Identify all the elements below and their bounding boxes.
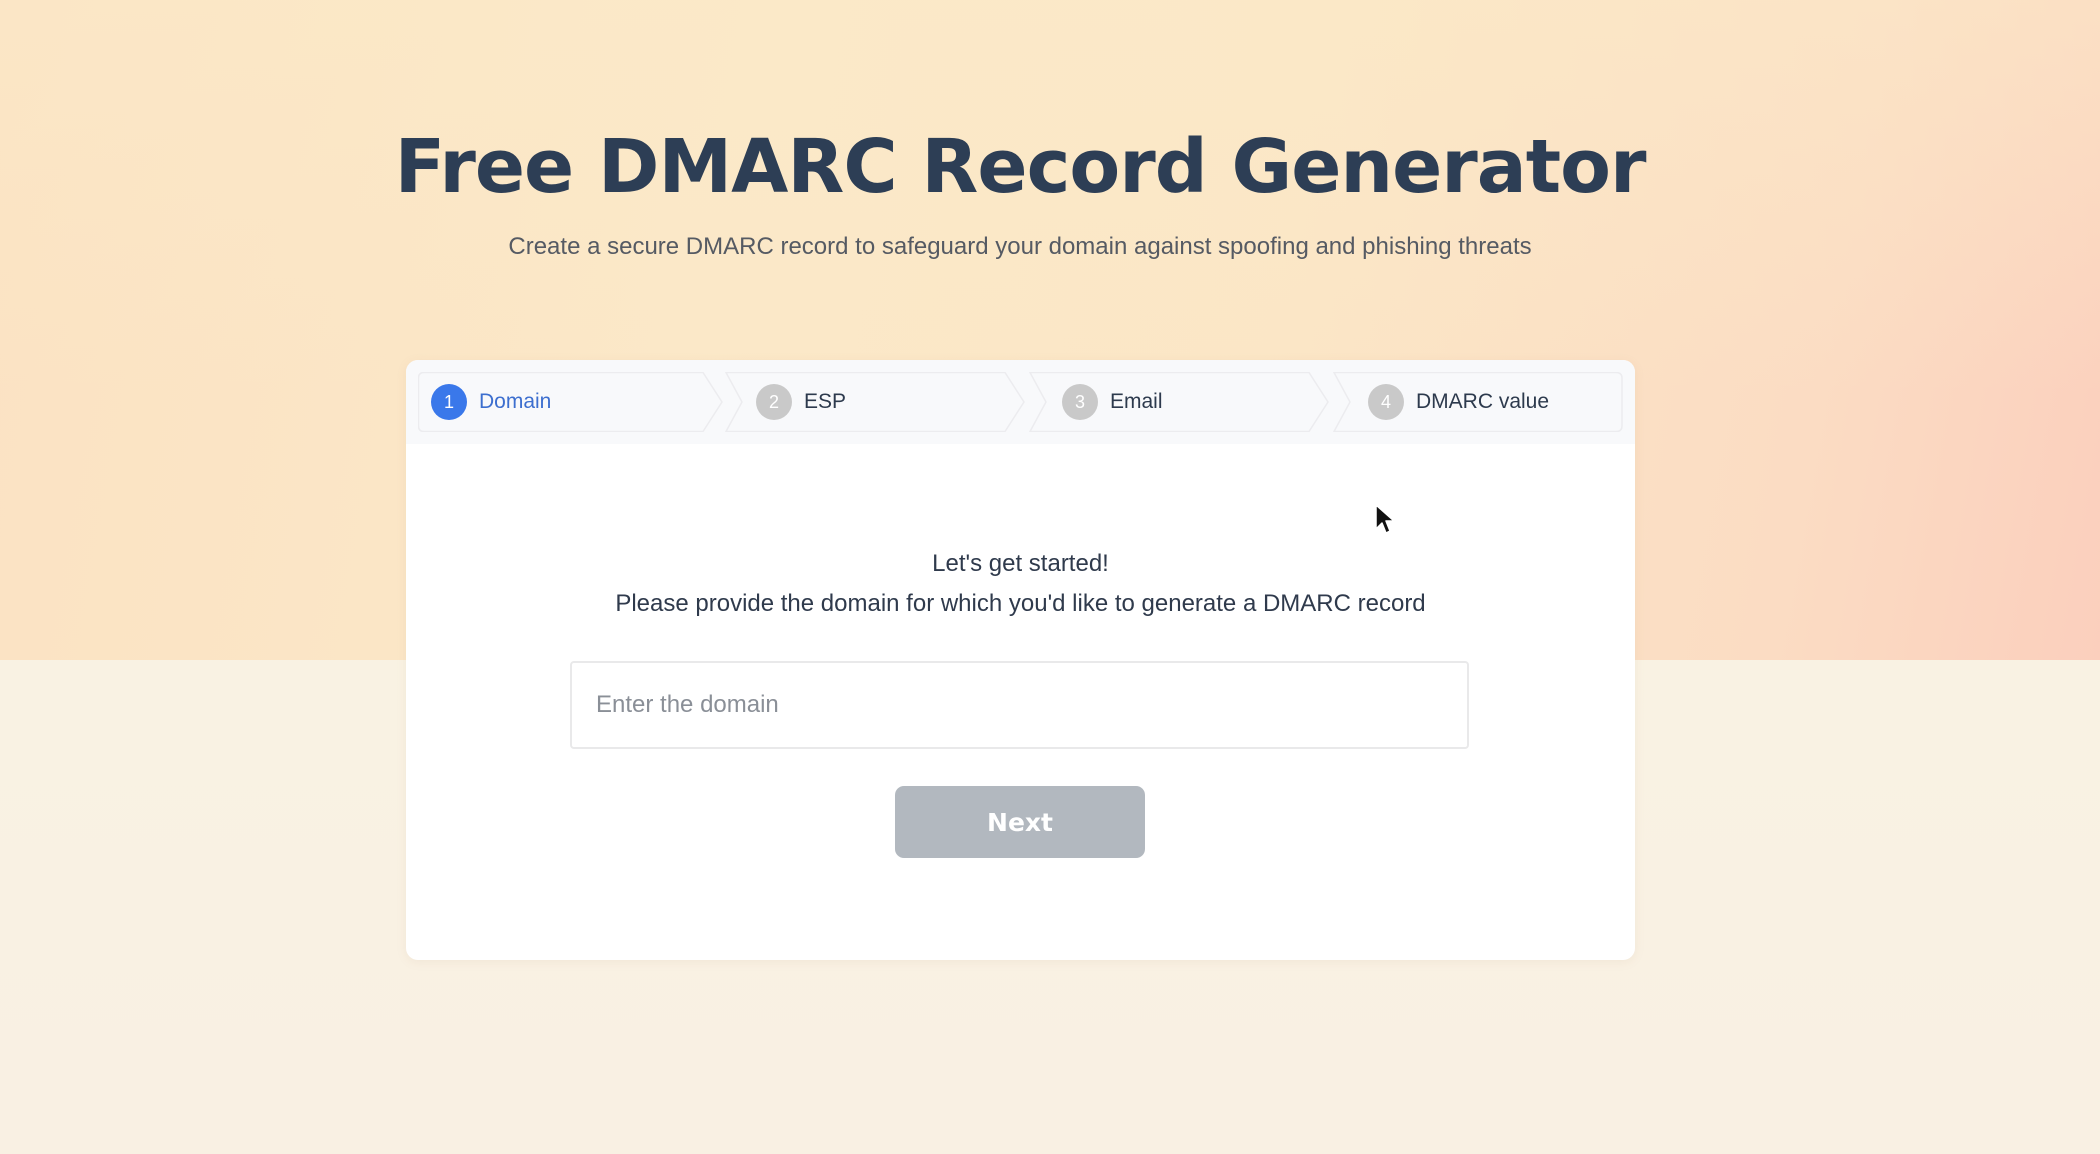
step-label: DMARC value xyxy=(1416,390,1550,413)
step-number-badge: 1 xyxy=(431,384,467,420)
step-number-badge: 4 xyxy=(1368,384,1404,420)
step-label: ESP xyxy=(804,390,847,413)
step-email[interactable]: 3 Email xyxy=(1024,372,1334,432)
mouse-cursor-icon xyxy=(1375,504,1395,534)
step-number-badge: 2 xyxy=(756,384,792,420)
intro-heading: Let's get started! xyxy=(932,550,1109,577)
step-dmarc-value[interactable]: 4 DMARC value xyxy=(1328,372,1623,432)
domain-input[interactable] xyxy=(570,661,1469,749)
step-number-badge: 3 xyxy=(1062,384,1098,420)
step-domain[interactable]: 1 Domain xyxy=(418,372,728,432)
step-esp[interactable]: 2 ESP xyxy=(720,372,1030,432)
intro-text: Please provide the domain for which you'… xyxy=(615,590,1426,617)
stepper: 1 Domain 2 ESP 3 Email 4 DMARC value xyxy=(406,360,1635,444)
step-label: Email xyxy=(1110,390,1163,413)
page-title: Free DMARC Record Generator xyxy=(394,124,1647,210)
generator-card: 1 Domain 2 ESP 3 Email 4 DMARC value Let… xyxy=(406,360,1635,960)
next-button[interactable]: Next xyxy=(895,786,1145,858)
step-label: Domain xyxy=(479,390,552,413)
page-subtitle: Create a secure DMARC record to safeguar… xyxy=(508,233,1532,260)
